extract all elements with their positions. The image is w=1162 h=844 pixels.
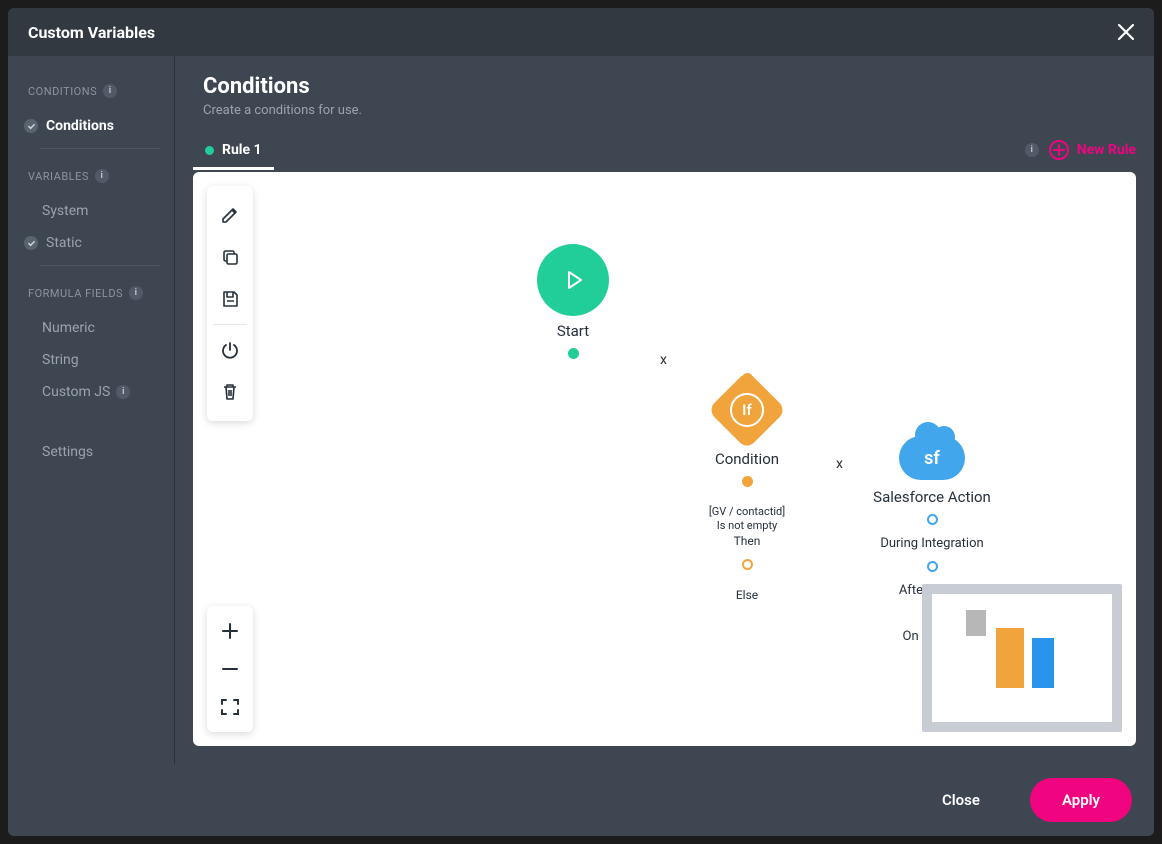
port-out-icon[interactable] — [568, 348, 579, 359]
sidebar-section-variables: VARIABLES i System Static — [22, 167, 160, 266]
apply-button[interactable]: Apply — [1030, 778, 1132, 822]
duplicate-button[interactable] — [212, 236, 248, 278]
cloud-icon: sf — [899, 436, 965, 480]
condition-then: Then — [687, 534, 807, 550]
minimap-node — [1032, 638, 1054, 688]
sidebar-item-label: Custom JS — [42, 384, 110, 400]
sidebar-section-label: CONDITIONS i — [22, 82, 160, 110]
divider — [40, 265, 160, 266]
close-icon[interactable] — [1114, 20, 1138, 44]
node-label: Salesforce Action — [858, 488, 1006, 506]
sidebar: CONDITIONS i Conditions VARIABLES i S — [8, 56, 175, 764]
delete-button[interactable] — [212, 371, 248, 413]
edge-delete-icon[interactable]: x — [658, 352, 669, 368]
button-label: Close — [942, 791, 980, 809]
sidebar-section-text: VARIABLES — [28, 170, 89, 183]
fit-screen-button[interactable] — [212, 688, 248, 726]
main-panel: Conditions Create a conditions for use. … — [175, 56, 1154, 764]
sidebar-section-conditions: CONDITIONS i Conditions — [22, 82, 160, 149]
info-icon[interactable]: i — [129, 286, 143, 300]
zoom-controls — [207, 606, 253, 732]
sidebar-item-settings[interactable]: Settings — [22, 436, 160, 468]
condition-token: If — [730, 393, 764, 427]
condition-expression: [GV / contactid] Is not empty Then — [687, 505, 807, 549]
sidebar-item-numeric[interactable]: Numeric — [22, 312, 160, 344]
sidebar-section-text: FORMULA FIELDS — [28, 287, 123, 300]
sidebar-item-string[interactable]: String — [22, 344, 160, 376]
divider — [213, 324, 247, 325]
node-label: Start — [518, 322, 628, 340]
sidebar-item-label: Settings — [42, 444, 93, 460]
canvas-wrap: x x Start If — [175, 172, 1154, 764]
sidebar-item-label: String — [42, 352, 79, 368]
save-button[interactable] — [212, 278, 248, 320]
sf-token: sf — [924, 448, 940, 469]
rule-tabbar: Rule 1 i New Rule — [175, 128, 1154, 172]
modal-footer: Close Apply — [8, 764, 1154, 836]
sidebar-item-label: System — [42, 203, 88, 219]
sidebar-section-label: VARIABLES i — [22, 167, 160, 195]
modal-body: CONDITIONS i Conditions VARIABLES i S — [8, 56, 1154, 764]
zoom-out-button[interactable] — [212, 650, 248, 688]
sidebar-item-label: Conditions — [46, 118, 114, 134]
sf-during-label: During Integration — [858, 535, 1006, 553]
button-label: Apply — [1062, 791, 1100, 809]
sidebar-item-system[interactable]: System — [22, 195, 160, 227]
port-icon[interactable] — [927, 561, 938, 572]
info-icon[interactable]: i — [103, 84, 117, 98]
port-icon[interactable] — [927, 514, 938, 525]
sidebar-section-text: CONDITIONS — [28, 85, 97, 98]
new-rule-button[interactable]: New Rule — [1049, 140, 1136, 160]
power-button[interactable] — [212, 329, 248, 371]
page-title: Conditions — [203, 74, 1126, 99]
sidebar-section-formula: FORMULA FIELDS i Numeric String Custom J… — [22, 284, 160, 408]
diamond-icon: If — [707, 370, 786, 449]
new-rule-label: New Rule — [1077, 142, 1136, 158]
page-subtitle: Create a conditions for use. — [203, 103, 1126, 118]
main-header: Conditions Create a conditions for use. — [175, 56, 1154, 128]
port-then-icon[interactable] — [742, 559, 753, 570]
condition-op: Is not empty — [687, 519, 807, 533]
close-button[interactable]: Close — [910, 778, 1012, 822]
sidebar-item-static[interactable]: Static — [22, 227, 160, 259]
minimap-node — [996, 628, 1024, 688]
edge-delete-icon[interactable]: x — [834, 456, 845, 472]
modal-header: Custom Variables — [8, 8, 1154, 56]
tab-rule-1[interactable]: Rule 1 — [193, 132, 274, 168]
info-icon[interactable]: i — [95, 169, 109, 183]
edit-button[interactable] — [212, 194, 248, 236]
modal-title: Custom Variables — [28, 23, 155, 42]
check-icon — [24, 236, 38, 250]
minimap-viewport — [932, 594, 1112, 722]
sidebar-section-label: FORMULA FIELDS i — [22, 284, 160, 312]
info-icon[interactable]: i — [116, 385, 130, 399]
minimap-node — [966, 610, 986, 636]
node-condition[interactable]: If Condition [GV / contactid] Is not emp… — [687, 382, 807, 604]
canvas-toolbox — [207, 186, 253, 421]
divider — [40, 148, 160, 149]
minimap[interactable] — [922, 584, 1122, 732]
sidebar-item-label: Static — [46, 235, 82, 251]
sidebar-item-conditions[interactable]: Conditions — [22, 110, 160, 142]
condition-gv: [GV / contactid] — [687, 505, 807, 519]
zoom-in-button[interactable] — [212, 612, 248, 650]
condition-else: Else — [687, 588, 807, 604]
port-out-icon[interactable] — [742, 476, 753, 487]
play-icon — [537, 244, 609, 316]
sidebar-item-custom-js[interactable]: Custom JS i — [22, 376, 160, 408]
sidebar-item-label: Numeric — [42, 320, 95, 336]
check-icon — [24, 119, 38, 133]
flow-canvas[interactable]: x x Start If — [193, 172, 1136, 746]
info-icon[interactable]: i — [1025, 143, 1039, 157]
node-label: Condition — [687, 450, 807, 468]
plus-circle-icon — [1049, 140, 1069, 160]
tab-label: Rule 1 — [222, 142, 262, 158]
status-dot-icon — [205, 146, 214, 155]
custom-variables-modal: Custom Variables CONDITIONS i Conditions — [8, 8, 1154, 836]
node-start[interactable]: Start — [518, 244, 628, 363]
